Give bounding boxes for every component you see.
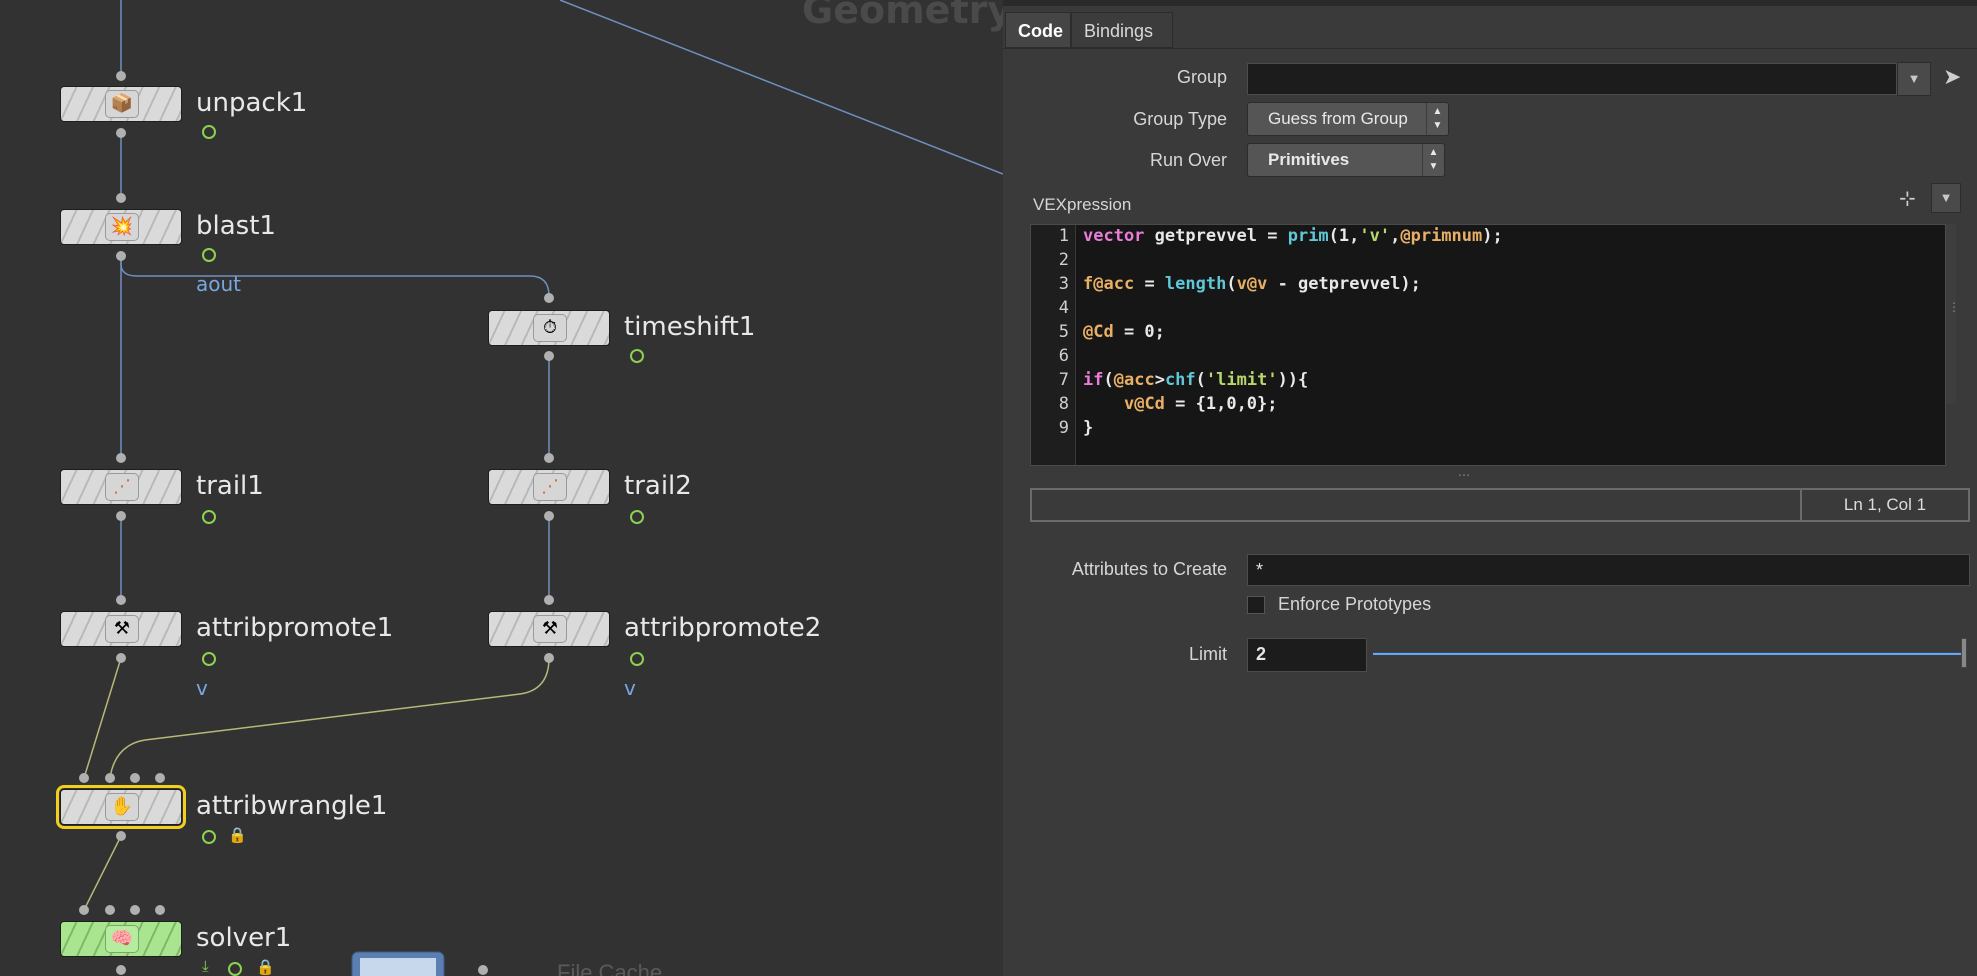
node-label-unpack1: unpack1 (196, 88, 308, 118)
line-number: 5 (1058, 322, 1069, 342)
node-label-blast1: blast1 (196, 211, 276, 241)
code-line[interactable]: if(@acc>chf('limit')){ (1083, 370, 1308, 390)
group-label: Group (1176, 67, 1227, 87)
cursor-position: Ln 1, Col 1 (1800, 490, 1968, 520)
vex-menu-button[interactable]: ▼ (1931, 183, 1961, 213)
limit-field[interactable]: 2 (1247, 638, 1367, 672)
line-number: 6 (1058, 346, 1069, 366)
output-label-aout: aout (196, 272, 242, 296)
unpack-icon: 📦 (105, 90, 139, 118)
limit-slider-handle[interactable] (1961, 638, 1967, 668)
code-status-bar: Ln 1, Col 1 (1030, 488, 1970, 522)
limit-label: Limit (1188, 644, 1227, 664)
attributes-to-create-field[interactable]: * (1247, 554, 1970, 586)
updown-arrows-icon: ▲ ▼ (1422, 144, 1444, 176)
group-type-menu[interactable]: Guess from Group ▲ ▼ (1247, 102, 1449, 136)
attribpromote-icon: ⚒ (105, 615, 139, 643)
limit-slider[interactable] (1373, 652, 1967, 655)
display-flag-icon[interactable] (630, 652, 644, 666)
line-number: 7 (1058, 370, 1069, 390)
parameter-panel: Code Bindings Group ▼ ➤ Group Type Guess… (1003, 0, 1977, 976)
blast-icon: 💥 (105, 213, 139, 241)
display-flag-icon[interactable] (202, 248, 216, 262)
code-line[interactable]: f@acc = length(v@v - getprevvel); (1083, 274, 1421, 294)
code-line[interactable]: @Cd = 0; (1083, 322, 1165, 342)
node-trail1[interactable]: ⋰ (60, 469, 182, 505)
line-number: 1 (1058, 226, 1069, 246)
line-number: 8 (1058, 394, 1069, 414)
line-number: 2 (1058, 250, 1069, 270)
tab-bindings[interactable]: Bindings (1071, 12, 1173, 48)
code-line[interactable]: vector getprevvel = prim(1,'v',@primnum)… (1083, 226, 1503, 246)
network-context-title: Geometry (802, 0, 1003, 32)
run-over-menu[interactable]: Primitives ▲ ▼ (1247, 143, 1445, 177)
display-flag-icon[interactable] (630, 510, 644, 524)
timeshift-icon: ⏱ (533, 314, 567, 342)
enforce-prototypes-label: Enforce Prototypes (1278, 594, 1432, 614)
line-number-gutter: 1 2 3 4 5 6 7 8 9 (1031, 225, 1076, 465)
dive-icon[interactable]: ⤓ (202, 958, 209, 975)
node-label-attribwrangle1: attribwrangle1 (196, 791, 388, 821)
attributes-to-create-label: Attributes to Create (1071, 559, 1227, 579)
group-type-label: Group Type (1133, 109, 1227, 129)
display-flag-icon[interactable] (202, 830, 216, 844)
node-label-trail1: trail1 (196, 471, 264, 501)
node-label-trail2: trail2 (624, 471, 692, 501)
node-timeshift1[interactable]: ⏱ (488, 310, 610, 346)
output-label-v: v (624, 676, 636, 700)
lock-icon[interactable]: 🔒 (256, 958, 275, 976)
line-number: 9 (1058, 418, 1069, 438)
updown-arrows-icon: ▲ ▼ (1426, 103, 1448, 135)
node-label-timeshift1: timeshift1 (624, 312, 756, 342)
resize-grip-icon[interactable]: ⋯ (1458, 468, 1470, 482)
solver-icon: 🧠 (105, 925, 139, 953)
code-vertical-scrollbar[interactable] (1946, 224, 1956, 404)
trail-icon: ⋰ (533, 473, 567, 501)
node-trail2[interactable]: ⋰ (488, 469, 610, 505)
enforce-prototypes-checkbox[interactable] (1247, 596, 1265, 614)
vexpression-label: VEXpression (1033, 195, 1132, 214)
node-attribpromote2[interactable]: ⚒ (488, 611, 610, 647)
tab-divider (1003, 48, 1977, 49)
node-label-solver1: solver1 (196, 923, 292, 953)
trail-icon: ⋰ (105, 473, 139, 501)
add-spare-parm-icon[interactable]: ⊹ (1899, 186, 1916, 211)
group-type-value: Guess from Group (1268, 109, 1408, 128)
node-label-attribpromote2: attribpromote2 (624, 613, 822, 643)
attribwrangle-icon: ✋ (105, 793, 139, 821)
select-arrow-icon[interactable]: ➤ (1943, 64, 1961, 90)
tab-code[interactable]: Code (1005, 12, 1071, 48)
vex-code-editor[interactable]: 1 2 3 4 5 6 7 8 9 vector getprevvel = prim(1,'v'… (1030, 224, 1946, 466)
group-dropdown-button[interactable]: ▼ (1897, 62, 1931, 96)
display-flag-icon[interactable] (202, 652, 216, 666)
lock-icon[interactable]: 🔒 (228, 826, 247, 844)
panel-top-bar (1003, 0, 1977, 6)
node-blast1[interactable]: 💥 (60, 209, 182, 245)
display-flag-icon[interactable] (202, 510, 216, 524)
display-flag-icon[interactable] (630, 349, 644, 363)
group-field[interactable] (1247, 63, 1897, 95)
network-editor[interactable]: Geometry 📦 unpack1 💥 blast1 aout ⏱ times… (0, 0, 1003, 976)
line-number: 4 (1058, 298, 1069, 318)
node-attribpromote1[interactable]: ⚒ (60, 611, 182, 647)
display-flag-icon[interactable] (202, 125, 216, 139)
run-over-label: Run Over (1149, 150, 1227, 170)
node-unpack1[interactable]: 📦 (60, 86, 182, 122)
code-line[interactable]: v@Cd = {1,0,0}; (1083, 394, 1278, 414)
output-label-v: v (196, 676, 208, 700)
line-number: 3 (1058, 274, 1069, 294)
run-over-value: Primitives (1268, 150, 1350, 169)
node-label-attribpromote1: attribpromote1 (196, 613, 394, 643)
node-attribwrangle1[interactable]: ✋ (56, 785, 186, 829)
grip-icon: ⋮ (1948, 300, 1960, 314)
code-line[interactable]: } (1083, 418, 1093, 438)
node-solver1[interactable]: 🧠 (60, 921, 182, 957)
file-cache-label: File Cache (557, 960, 663, 976)
display-flag-icon[interactable] (228, 962, 242, 976)
attribpromote-icon: ⚒ (533, 615, 567, 643)
